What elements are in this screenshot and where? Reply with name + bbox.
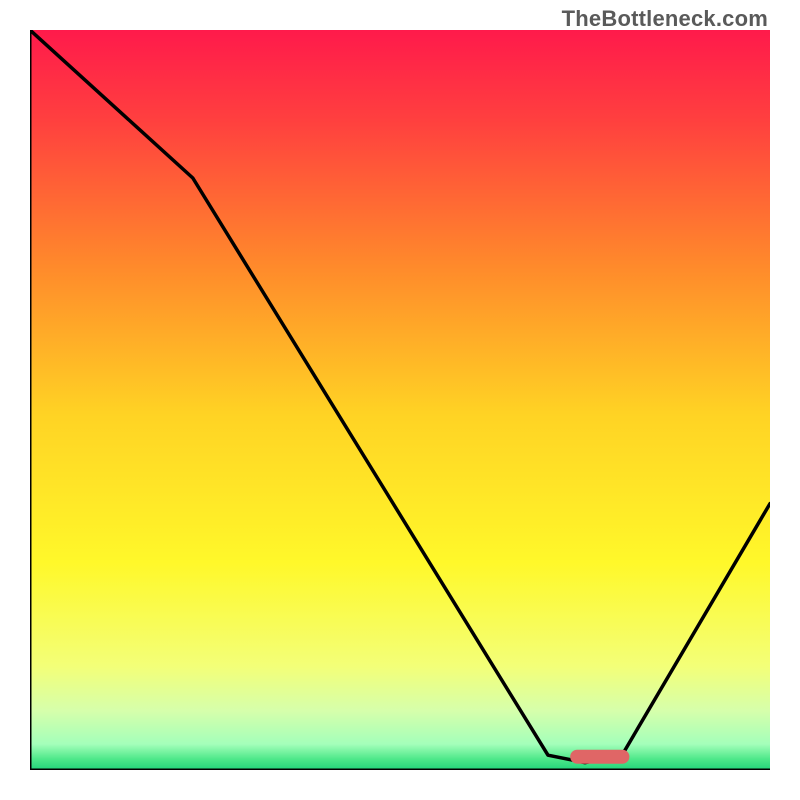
optimum-marker — [570, 750, 629, 764]
bottleneck-curve — [30, 30, 770, 770]
watermark-text: TheBottleneck.com — [562, 6, 768, 32]
chart-area — [30, 30, 770, 770]
